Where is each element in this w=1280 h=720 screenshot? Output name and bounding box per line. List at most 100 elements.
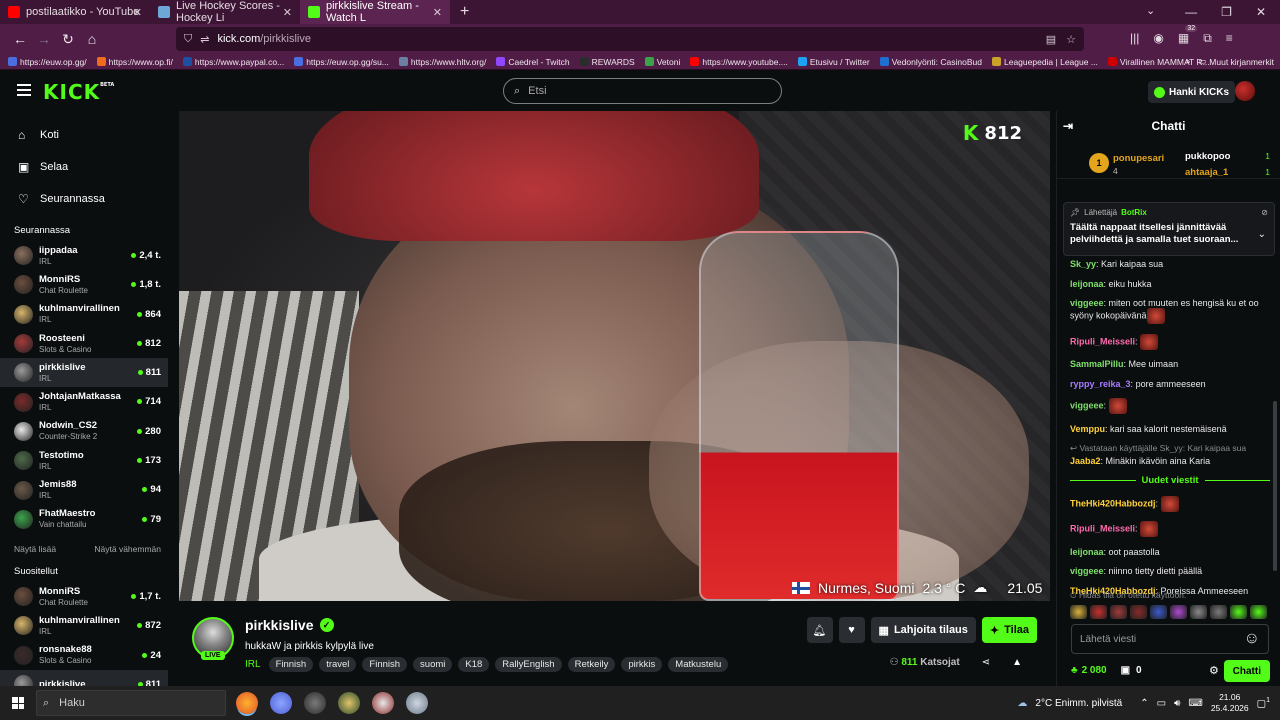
stream-tag[interactable]: travel bbox=[319, 657, 357, 672]
chat-input-box[interactable]: ☺ bbox=[1071, 624, 1269, 654]
chat-username[interactable]: Ripuli_Meisseli bbox=[1070, 336, 1135, 346]
channel-item[interactable]: pirkkislive 811 bbox=[0, 669, 168, 686]
browser-tab[interactable]: Live Hockey Scores - Hockey Li ✕ bbox=[150, 0, 300, 24]
notifications-icon[interactable]: ▢1 bbox=[1257, 697, 1270, 709]
leader-1-name[interactable]: ponupesari bbox=[1113, 153, 1164, 164]
kick-logo[interactable]: KICKBETA bbox=[43, 80, 114, 104]
menu-icon[interactable]: ≡ bbox=[1226, 31, 1233, 46]
minimize-icon[interactable]: — bbox=[1185, 5, 1197, 19]
quick-emote[interactable] bbox=[1090, 605, 1107, 619]
reader-view-icon[interactable]: ▤ bbox=[1046, 33, 1056, 46]
chat-settings-gear-icon[interactable]: ⚙ bbox=[1209, 664, 1219, 677]
bookmark-item[interactable]: Leaguepedia | League ... bbox=[992, 57, 1098, 67]
chat-username[interactable]: Jaaba2 bbox=[1070, 456, 1101, 466]
stream-tag[interactable]: K18 bbox=[458, 657, 490, 672]
emoji-picker-icon[interactable]: ☺ bbox=[1244, 630, 1260, 648]
tab-close-icon[interactable]: ✕ bbox=[133, 6, 142, 19]
close-window-icon[interactable]: ✕ bbox=[1256, 5, 1266, 19]
channel-item[interactable]: Testotimo IRL 173 bbox=[0, 446, 168, 475]
quick-emote[interactable] bbox=[1070, 605, 1087, 619]
url-bar[interactable]: ⛉ ⇌ kick.com/pirkkislive ▤ ☆ bbox=[176, 27, 1084, 51]
channel-item[interactable]: kuhlmanvirallinen IRL 864 bbox=[0, 300, 168, 329]
chat-username[interactable]: SammalPillu bbox=[1070, 359, 1124, 369]
hamburger-menu-icon[interactable] bbox=[17, 84, 31, 99]
clock[interactable]: 21.06 25.4.2026 bbox=[1211, 692, 1249, 714]
app-icon-6[interactable] bbox=[406, 692, 428, 714]
forward-icon[interactable]: → bbox=[32, 31, 56, 47]
start-button[interactable] bbox=[0, 697, 36, 709]
new-tab-button[interactable]: + bbox=[450, 3, 479, 21]
follow-button[interactable]: ♥ bbox=[838, 617, 865, 643]
chat-username[interactable]: Sk_yy bbox=[1070, 259, 1096, 269]
sidebar-nav-seurannassa[interactable]: ♡ Seurannassa bbox=[18, 183, 168, 215]
stream-tag[interactable]: RallyEnglish bbox=[495, 657, 562, 672]
chat-username[interactable]: ryppy_reika_3 bbox=[1070, 379, 1131, 389]
chat-username[interactable]: Vemppu bbox=[1070, 424, 1105, 434]
channel-item[interactable]: MonniRS Chat Roulette 1,8 t. bbox=[0, 270, 168, 299]
tab-list-chevron-icon[interactable]: ⌄ bbox=[1146, 4, 1155, 17]
channel-item[interactable]: pirkkislive IRL 811 bbox=[0, 358, 168, 388]
chat-send-button[interactable]: Chatti bbox=[1223, 660, 1270, 682]
back-icon[interactable]: ← bbox=[8, 31, 32, 47]
league-app-icon[interactable] bbox=[338, 692, 360, 714]
obs-app-icon[interactable] bbox=[304, 692, 326, 714]
bookmark-item[interactable]: REWARDS bbox=[579, 57, 635, 67]
bookmark-item[interactable]: https://www.op.fi/ bbox=[96, 57, 173, 67]
quick-emote[interactable] bbox=[1190, 605, 1207, 619]
streamer-name[interactable]: pirkkislive bbox=[245, 617, 314, 633]
stream-tag[interactable]: Finnish bbox=[268, 657, 314, 672]
show-less-button[interactable]: Näytä vähemmän bbox=[94, 544, 161, 554]
quick-emote[interactable] bbox=[1250, 605, 1267, 619]
app-icon-5[interactable] bbox=[372, 692, 394, 714]
show-more-button[interactable]: Näytä lisää bbox=[14, 544, 56, 554]
quick-emote[interactable] bbox=[1230, 605, 1247, 619]
chat-scrollbar[interactable] bbox=[1273, 401, 1277, 571]
permissions-icon[interactable]: ⇌ bbox=[200, 33, 209, 46]
gifts-count[interactable]: ▣ 0 bbox=[1121, 665, 1142, 676]
stream-tag[interactable]: Retkeily bbox=[567, 657, 616, 672]
bookmark-item[interactable]: Vetoni bbox=[644, 57, 680, 67]
chat-username[interactable]: leijonaa bbox=[1070, 279, 1104, 289]
quick-emote[interactable] bbox=[1130, 605, 1147, 619]
chat-username[interactable]: TheHki420Habbozdj bbox=[1070, 498, 1156, 508]
kicks-balance[interactable]: ♣ 2 080 bbox=[1071, 665, 1107, 676]
weather-text[interactable]: 2°C Enimm. pilvistä bbox=[1035, 698, 1122, 709]
channel-item[interactable]: Nodwin_CS2 Counter-Strike 2 280 bbox=[0, 417, 168, 446]
search-bar[interactable]: ⌕ bbox=[503, 78, 782, 104]
bookmark-item[interactable]: Vedonlyönti: CasinoBud bbox=[879, 57, 982, 67]
stream-tag[interactable]: Finnish bbox=[362, 657, 408, 672]
firefox-app-icon[interactable] bbox=[236, 692, 258, 714]
discord-app-icon[interactable] bbox=[270, 692, 292, 714]
browser-tab[interactable]: pirkkislive Stream - Watch L ✕ bbox=[300, 0, 450, 24]
channel-item[interactable]: MonniRS Chat Roulette 1,7 t. bbox=[0, 582, 168, 611]
bookmark-item[interactable]: https://www.hltv.org/ bbox=[398, 57, 486, 67]
bookmark-item[interactable]: Etusivu / Twitter bbox=[797, 57, 870, 67]
pinned-message[interactable]: 📌︎ Lähettäjä BotRix ⊘ Täältä nappaat its… bbox=[1063, 202, 1275, 256]
chat-username[interactable]: Ripuli_Meisseli bbox=[1070, 523, 1135, 533]
quick-emote[interactable] bbox=[1170, 605, 1187, 619]
unpin-icon[interactable]: ⊘ bbox=[1261, 208, 1268, 217]
leader-3-name[interactable]: ahtaaja_1 bbox=[1185, 167, 1228, 178]
channel-item[interactable]: iippadaa IRL 2,4 t. bbox=[0, 241, 168, 270]
other-bookmarks[interactable]: ▭ Muut kirjanmerkit bbox=[1198, 56, 1274, 67]
channel-item[interactable]: Jemis88 IRL 94 bbox=[0, 475, 168, 504]
tab-close-icon[interactable]: ✕ bbox=[283, 6, 292, 19]
channel-item[interactable]: kuhlmanvirallinen IRL 872 bbox=[0, 611, 168, 640]
stream-tag[interactable]: pirkkis bbox=[621, 657, 663, 672]
share-icon[interactable]: ⋖ bbox=[982, 657, 990, 668]
quick-emote[interactable] bbox=[1150, 605, 1167, 619]
browser-tab[interactable]: postilaatikko - YouTube ✕ bbox=[0, 0, 150, 24]
reload-icon[interactable]: ↻ bbox=[56, 31, 80, 48]
chat-username[interactable]: viggeee bbox=[1070, 298, 1104, 308]
leader-2-name[interactable]: pukkopoo bbox=[1185, 151, 1230, 162]
bookmarks-overflow-icon[interactable]: » bbox=[1186, 56, 1191, 67]
maximize-icon[interactable]: ❐ bbox=[1221, 5, 1232, 19]
channel-item[interactable]: JohtajanMatkassa IRL 714 bbox=[0, 387, 168, 416]
report-icon[interactable]: ▲ bbox=[1012, 657, 1022, 668]
channel-item[interactable]: Roosteeni Slots & Casino 812 bbox=[0, 329, 168, 358]
gift-sub-button[interactable]: ▦ Lahjoita tilaus bbox=[870, 617, 976, 643]
extensions-badge-icon[interactable]: ▦ 32 bbox=[1178, 25, 1198, 46]
volume-icon[interactable]: 🔊︎ bbox=[1174, 698, 1180, 709]
account-icon[interactable]: ◉ bbox=[1153, 31, 1163, 46]
channel-item[interactable]: FhatMaestro Vain chattailu 79 bbox=[0, 505, 168, 534]
